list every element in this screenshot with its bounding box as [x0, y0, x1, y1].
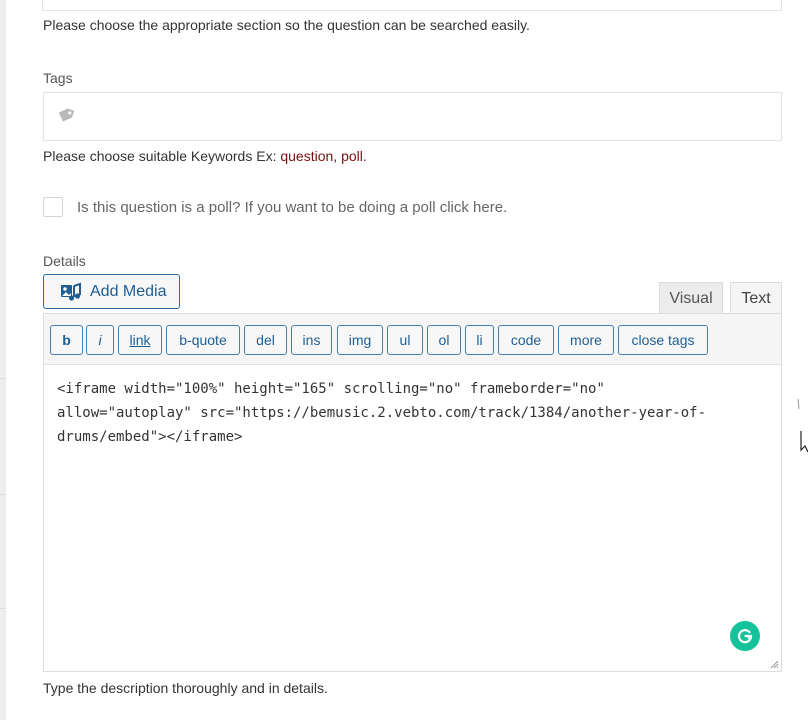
section-help-text: Please choose the appropriate section so… — [43, 17, 530, 33]
qt-code-button[interactable]: code — [498, 325, 554, 355]
resize-handle-icon[interactable] — [769, 659, 779, 669]
keyword-example-question: question — [280, 148, 334, 164]
tags-help-prefix: Please choose suitable Keywords Ex: — [43, 148, 281, 164]
tags-label: Tags — [43, 70, 73, 86]
qt-close-tags-button[interactable]: close tags — [618, 325, 708, 355]
tags-help-suffix: . — [362, 148, 367, 164]
qt-italic-button[interactable]: i — [86, 325, 114, 355]
qt-li-button[interactable]: li — [465, 325, 494, 355]
poll-checkbox-label[interactable]: Is this question is a poll? If you want … — [77, 199, 507, 216]
keyword-example-poll: poll — [341, 148, 363, 164]
qt-bold-button[interactable]: b — [50, 325, 83, 355]
tags-help-separator: , — [333, 148, 342, 164]
details-label: Details — [43, 253, 86, 269]
tags-input[interactable] — [43, 92, 782, 141]
code-line: <iframe width="100%" height="165" scroll… — [57, 381, 605, 397]
add-media-button[interactable]: Add Media — [43, 274, 180, 309]
qt-ol-button[interactable]: ol — [427, 325, 461, 355]
qt-del-button[interactable]: del — [244, 325, 287, 355]
details-help-text: Type the description thoroughly and in d… — [43, 680, 328, 696]
tab-visual[interactable]: Visual — [659, 282, 723, 314]
section-select[interactable] — [42, 0, 782, 11]
qt-blockquote-button[interactable]: b-quote — [166, 325, 240, 355]
add-media-label: Add Media — [90, 282, 167, 300]
qt-ins-button[interactable]: ins — [291, 325, 332, 355]
qt-more-button[interactable]: more — [558, 325, 614, 355]
tags-help-text: Please choose suitable Keywords Ex: ques… — [43, 148, 367, 164]
editor-textarea-content[interactable]: <iframe width="100%" height="165" scroll… — [57, 377, 769, 449]
qt-img-button[interactable]: img — [337, 325, 383, 355]
poll-checkbox[interactable] — [43, 197, 63, 217]
tag-icon — [58, 108, 75, 122]
quicktags-toolbar: b i link b-quote del ins img ul ol li co… — [44, 314, 781, 365]
tab-text[interactable]: Text — [730, 282, 782, 314]
mouse-cursor-icon — [800, 431, 808, 453]
code-line: allow="autoplay" src="https://bemusic.2.… — [57, 405, 707, 421]
details-editor[interactable]: b i link b-quote del ins img ul ol li co… — [43, 313, 782, 672]
grammarly-icon[interactable] — [730, 621, 760, 651]
scroll-marker-icon — [797, 398, 800, 410]
media-icon — [61, 282, 81, 301]
grammarly-g-glyph — [737, 629, 753, 644]
code-line: drums/embed"></iframe> — [57, 429, 243, 445]
qt-ul-button[interactable]: ul — [387, 325, 423, 355]
qt-link-button[interactable]: link — [118, 325, 162, 355]
